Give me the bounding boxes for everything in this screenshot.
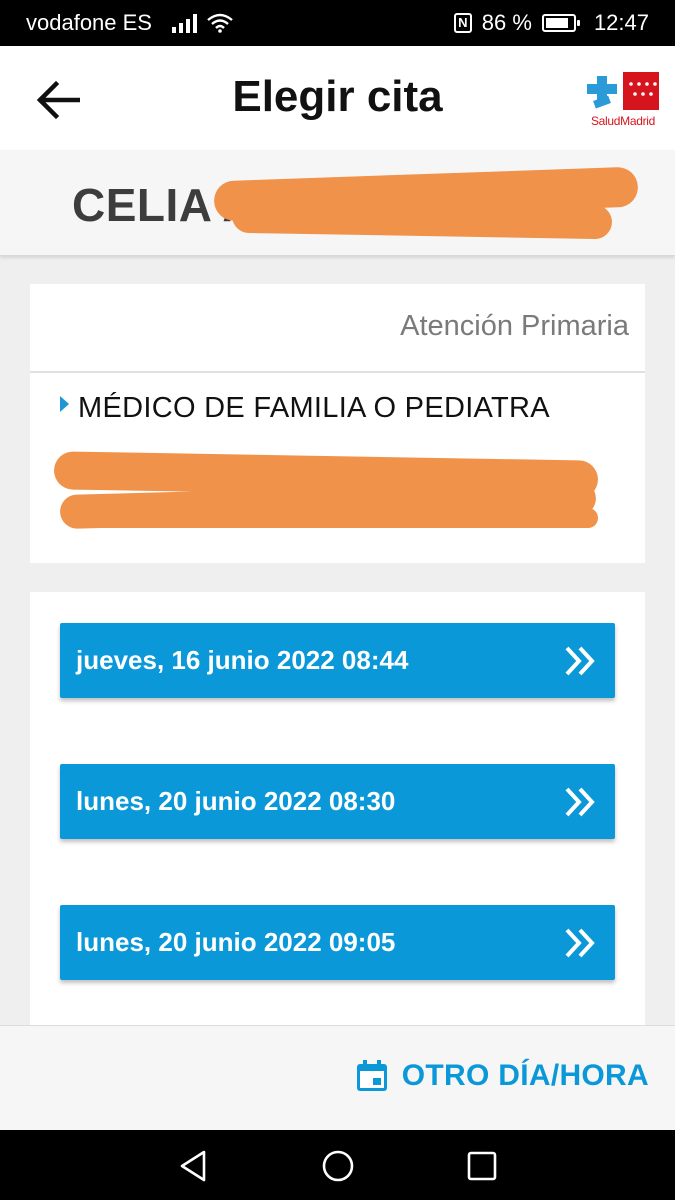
double-chevron-right-icon xyxy=(565,646,595,675)
battery-percent: 86 % xyxy=(481,10,532,35)
service-label: Atención Primaria xyxy=(400,310,629,342)
battery-fill xyxy=(545,18,569,28)
slot-label: lunes, 20 junio 2022 08:30 xyxy=(76,786,396,816)
nfc-icon: N xyxy=(453,13,472,33)
other-date-time-button[interactable]: OTRO DÍA/HORA xyxy=(354,1058,649,1094)
wifi-icon xyxy=(207,13,233,33)
status-left: vodafone ES xyxy=(26,10,233,36)
info-card: Atención Primaria MÉDICO DE FAMILIA O PE… xyxy=(30,284,645,563)
nav-back-icon[interactable] xyxy=(176,1148,212,1184)
salud-madrid-emblem-icon xyxy=(587,72,659,110)
signal-icon xyxy=(171,13,197,33)
double-chevron-right-icon xyxy=(565,928,595,957)
name-redaction xyxy=(231,198,613,240)
slot-label: jueves, 16 junio 2022 08:44 xyxy=(76,645,409,675)
carrier-name: vodafone ES xyxy=(26,10,152,35)
android-nav-bar xyxy=(0,1130,675,1200)
calendar-icon xyxy=(356,1060,387,1091)
appointment-slot-button[interactable]: lunes, 20 junio 2022 09:05 xyxy=(60,905,615,980)
battery-icon xyxy=(541,14,580,32)
doctor-redaction xyxy=(90,508,598,528)
patient-band: CELIA A xyxy=(0,150,675,256)
bottom-bar: OTRO DÍA/HORA xyxy=(0,1025,675,1130)
nav-recents-icon[interactable] xyxy=(464,1148,500,1184)
specialty-label: MÉDICO DE FAMILIA O PEDIATRA xyxy=(78,392,550,424)
status-right: N 86 % 12:47 xyxy=(453,10,649,36)
logo-text: SaludMadrid xyxy=(590,114,656,128)
appointment-slot-button[interactable]: jueves, 16 junio 2022 08:44 xyxy=(60,623,615,698)
nav-home-icon[interactable] xyxy=(320,1148,356,1184)
double-chevron-right-icon xyxy=(565,787,595,816)
page-title: Elegir cita xyxy=(232,72,443,121)
triangle-right-icon xyxy=(60,396,69,412)
clock: 12:47 xyxy=(593,10,649,35)
salud-madrid-logo: SaludMadrid xyxy=(585,70,661,128)
slot-label: lunes, 20 junio 2022 09:05 xyxy=(76,927,396,957)
status-bar: vodafone ES N 86 % 12:47 xyxy=(0,0,675,46)
card-divider xyxy=(30,371,645,373)
other-date-time-label: OTRO DÍA/HORA xyxy=(401,1059,649,1092)
appointment-slot-button[interactable]: lunes, 20 junio 2022 08:30 xyxy=(60,764,615,839)
slots-card: jueves, 16 junio 2022 08:44 lunes, 20 ju… xyxy=(30,592,645,1032)
app-header: Elegir cita SaludMadrid xyxy=(0,46,675,150)
